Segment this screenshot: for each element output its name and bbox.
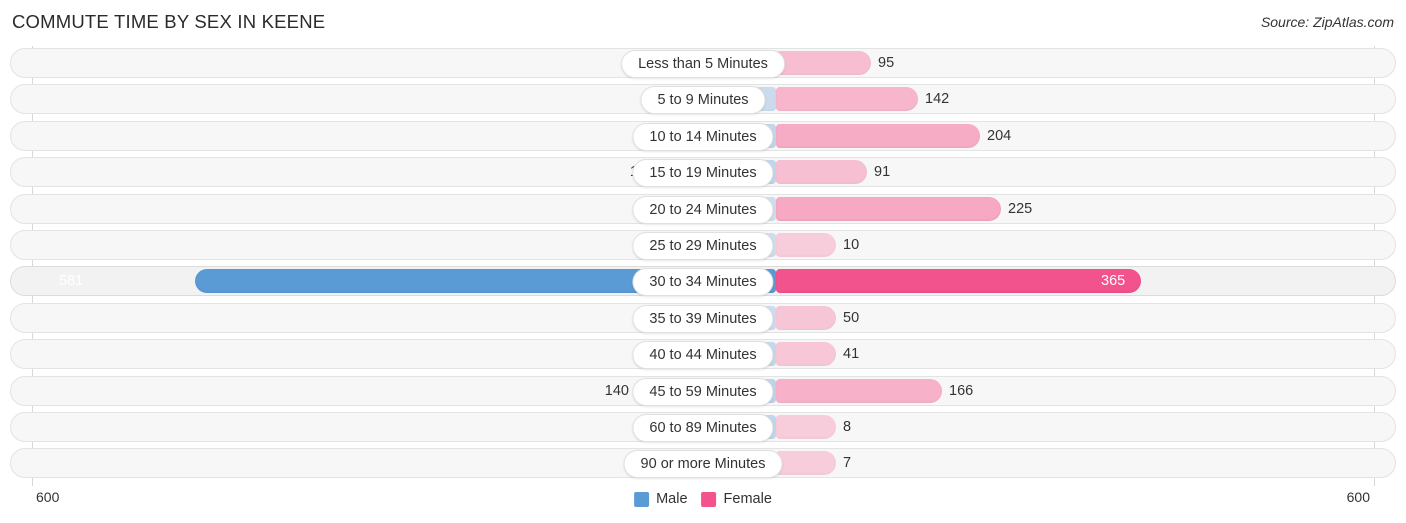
bar-female[interactable] — [776, 378, 942, 403]
table-row[interactable]: 3022520 to 24 Minutes — [0, 192, 1406, 228]
value-male: 140 — [604, 382, 629, 399]
category-label[interactable]: 10 to 14 Minutes — [632, 122, 774, 151]
value-female: 91 — [874, 164, 891, 181]
plot-area: 6295Less than 5 Minutes621425 to 9 Minut… — [0, 46, 1406, 486]
category-label[interactable]: 45 to 59 Minutes — [632, 377, 774, 406]
legend-label: Female — [723, 491, 772, 507]
table-row[interactable]: 6295Less than 5 Minutes — [0, 46, 1406, 82]
category-label[interactable]: 30 to 34 Minutes — [632, 268, 774, 297]
table-row[interactable]: 621425 to 9 Minutes — [0, 82, 1406, 118]
bar-female[interactable] — [776, 414, 836, 439]
bar-female[interactable] — [776, 51, 871, 75]
value-female: 8 — [843, 418, 852, 435]
value-female: 10 — [843, 236, 860, 253]
bar-female[interactable] — [776, 87, 918, 112]
category-label[interactable]: 25 to 29 Minutes — [632, 231, 774, 260]
bar-female[interactable] — [776, 305, 836, 330]
chart-legend: Male Female — [634, 491, 772, 507]
value-female: 95 — [878, 55, 895, 71]
value-female: 225 — [1008, 200, 1033, 217]
bar-female[interactable] — [776, 269, 1141, 294]
legend-label: Male — [656, 491, 688, 507]
value-female: 7 — [843, 455, 852, 472]
table-row[interactable]: 884140 to 44 Minutes — [0, 337, 1406, 373]
bar-rows: 6295Less than 5 Minutes621425 to 9 Minut… — [0, 46, 1406, 483]
value-female: 365 — [1101, 273, 1126, 290]
bar-female[interactable] — [776, 123, 980, 148]
category-label[interactable]: Less than 5 Minutes — [621, 50, 785, 78]
value-male: 581 — [59, 273, 84, 290]
table-row[interactable]: 11790 or more Minutes — [0, 446, 1406, 482]
value-female: 142 — [925, 91, 950, 108]
chart-header: COMMUTE TIME BY SEX IN KEENE Source: Zip… — [0, 0, 1406, 44]
chart-footer: 600 600 Male Female — [0, 486, 1406, 523]
category-label[interactable]: 60 to 89 Minutes — [632, 413, 774, 442]
table-row[interactable]: 102860 to 89 Minutes — [0, 410, 1406, 446]
table-row[interactable]: 1169115 to 19 Minutes — [0, 155, 1406, 191]
value-female: 204 — [987, 127, 1012, 144]
axis-tick-left: 600 — [36, 489, 60, 505]
legend-item[interactable]: Male — [634, 491, 688, 507]
legend-swatch-icon — [701, 491, 717, 507]
value-female: 166 — [949, 382, 974, 399]
value-female: 50 — [843, 309, 860, 326]
value-female: 41 — [843, 346, 860, 363]
legend-swatch-icon — [634, 491, 650, 507]
commute-time-chart: COMMUTE TIME BY SEX IN KEENE Source: Zip… — [0, 0, 1406, 523]
category-label[interactable]: 15 to 19 Minutes — [632, 159, 774, 188]
source-attribution: Source: ZipAtlas.com — [1260, 14, 1394, 30]
bar-female[interactable] — [776, 160, 867, 185]
bar-female[interactable] — [776, 342, 836, 367]
category-label[interactable]: 5 to 9 Minutes — [640, 86, 766, 115]
table-row[interactable]: 581 365 30 to 34 Minutes — [0, 264, 1406, 300]
bar-female[interactable] — [776, 451, 836, 476]
table-row[interactable]: 140 166 45 to 59 Minutes — [0, 374, 1406, 410]
category-label[interactable]: 35 to 39 Minutes — [632, 304, 774, 333]
table-row[interactable]: 10320410 to 14 Minutes — [0, 119, 1406, 155]
table-row[interactable]: 301025 to 29 Minutes — [0, 228, 1406, 264]
bar-female[interactable] — [776, 196, 1001, 221]
category-label[interactable]: 20 to 24 Minutes — [632, 195, 774, 224]
category-label[interactable]: 90 or more Minutes — [623, 450, 783, 479]
axis-tick-right: 600 — [1346, 489, 1370, 505]
legend-item[interactable]: Female — [701, 491, 772, 507]
table-row[interactable]: 375035 to 39 Minutes — [0, 301, 1406, 337]
page-title: COMMUTE TIME BY SEX IN KEENE — [12, 11, 326, 32]
bar-female[interactable] — [776, 232, 836, 257]
category-label[interactable]: 40 to 44 Minutes — [632, 341, 774, 370]
